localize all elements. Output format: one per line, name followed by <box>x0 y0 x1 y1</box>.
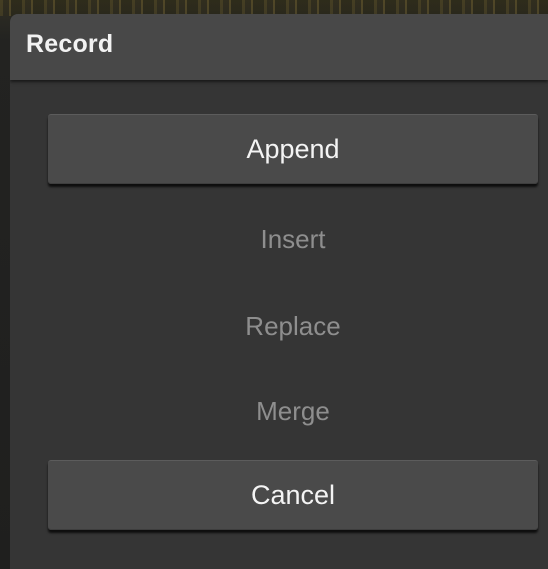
insert-option: Insert <box>260 223 326 254</box>
append-button[interactable]: Append <box>48 114 538 184</box>
merge-option: Merge <box>256 395 330 426</box>
cancel-button[interactable]: Cancel <box>48 460 538 530</box>
record-dialog: Record Append Insert Replace Merge Cance… <box>10 14 548 569</box>
dialog-titlebar: Record <box>10 14 548 80</box>
replace-option: Replace <box>245 310 341 341</box>
dialog-title: Record <box>26 30 114 58</box>
